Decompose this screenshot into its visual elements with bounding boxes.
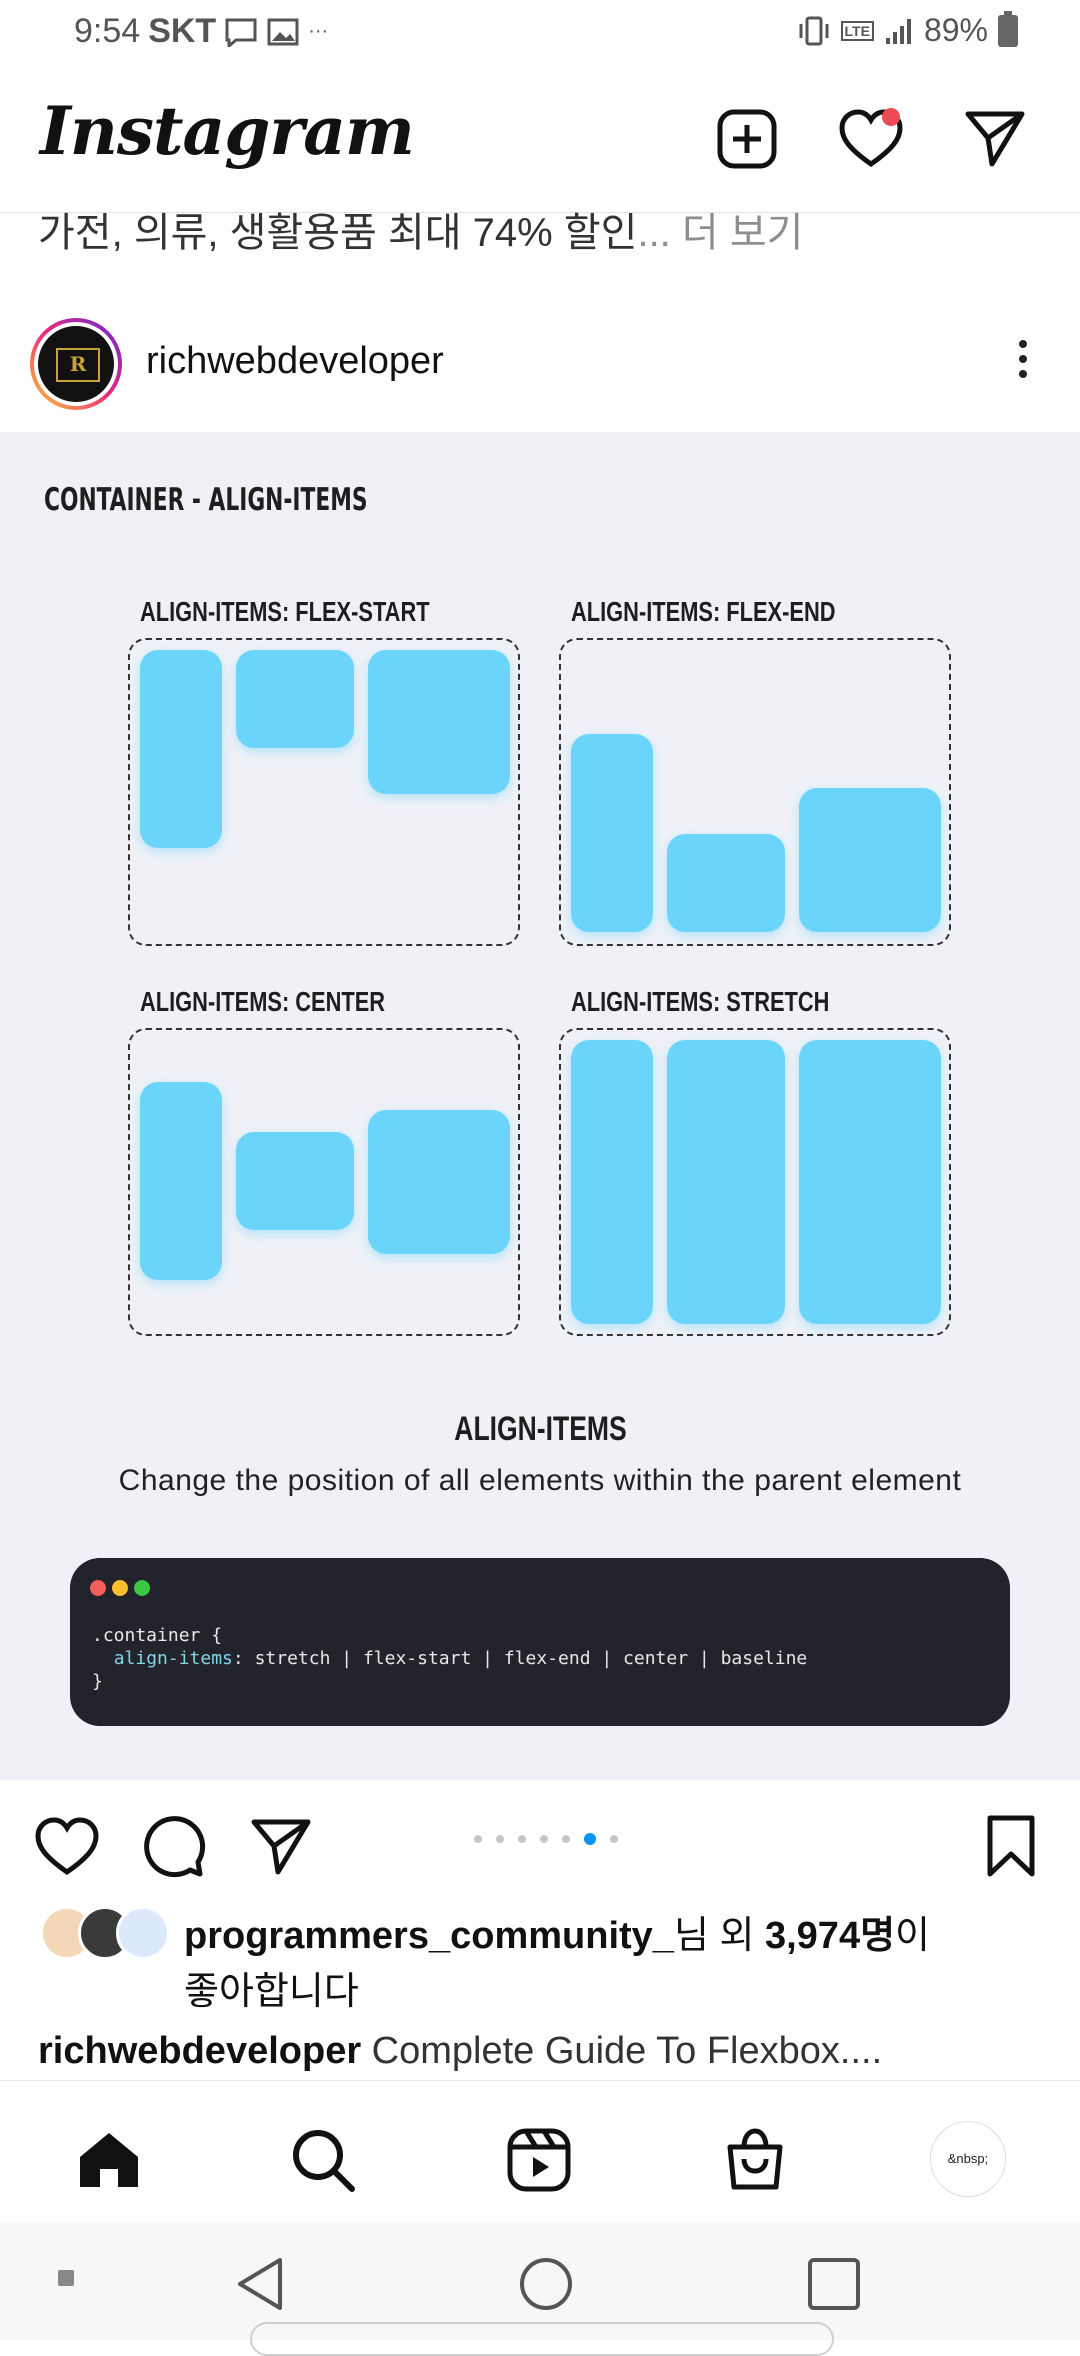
liker-avatars[interactable] <box>40 1906 170 1960</box>
reels-icon[interactable] <box>506 2127 572 2193</box>
flex-item <box>571 734 653 932</box>
panel-label-stretch: ALIGN-ITEMS: STRETCH <box>571 986 830 1017</box>
share-icon[interactable] <box>248 1814 314 1880</box>
flex-item <box>140 650 222 848</box>
flex-item <box>799 788 941 932</box>
panel-label-flex-start: ALIGN-ITEMS: FLEX-START <box>140 596 430 627</box>
post-image[interactable]: CONTAINER - ALIGN-ITEMS ALIGN-ITEMS: FLE… <box>0 432 1080 1780</box>
code-window: .container { align-items: stretch | flex… <box>70 1558 1010 1726</box>
vibrate-icon <box>799 16 829 45</box>
carousel-dot <box>562 1835 570 1843</box>
more-link[interactable]: ... 더 보기 <box>637 211 803 255</box>
more-options-icon[interactable] <box>1016 340 1030 388</box>
bottom-nav: &nbsp; <box>0 2080 1080 2223</box>
assistant-icon[interactable] <box>58 2270 74 2286</box>
close-dot <box>90 1580 106 1596</box>
crest-logo: R <box>56 348 100 382</box>
flex-item <box>236 1132 354 1230</box>
likes-count[interactable]: 3,974명 <box>765 1915 895 1957</box>
comment-icon[interactable] <box>142 1814 208 1880</box>
home-icon[interactable] <box>76 2127 142 2193</box>
liker-avatar <box>116 1906 170 1960</box>
flex-item <box>799 1040 941 1324</box>
app-header: Instagram <box>0 70 1080 213</box>
image-title: CONTAINER - ALIGN-ITEMS <box>44 482 368 518</box>
image-icon <box>267 18 299 45</box>
carousel-dot <box>584 1833 596 1845</box>
home-button-icon[interactable] <box>518 2256 574 2312</box>
send-icon[interactable] <box>962 106 1028 172</box>
carousel-dot <box>496 1835 504 1843</box>
flex-item <box>368 650 510 794</box>
flex-item <box>571 1040 653 1324</box>
save-icon[interactable] <box>978 1814 1044 1880</box>
status-bar: 9:54 SKT ··· LTE 89% <box>0 0 1080 68</box>
more-notifications: ··· <box>308 20 329 42</box>
carrier: SKT <box>148 12 217 50</box>
panel-flex-start <box>128 638 520 946</box>
flex-item <box>368 1110 510 1254</box>
flex-item <box>667 834 785 932</box>
profile-tab[interactable]: &nbsp; <box>930 2121 1006 2197</box>
liker-username[interactable]: programmers_community_ <box>184 1915 674 1957</box>
battery-icon <box>998 10 1018 47</box>
recents-icon[interactable] <box>806 2256 862 2312</box>
panel-label-flex-end: ALIGN-ITEMS: FLEX-END <box>571 596 836 627</box>
instagram-logo[interactable]: Instagram <box>40 92 415 170</box>
likes-text[interactable]: programmers_community_님 외 3,974명이 좋아합니다 <box>184 1908 1024 2020</box>
flex-item <box>236 650 354 748</box>
battery-percent: 89% <box>923 12 988 48</box>
likes-section: programmers_community_님 외 3,974명이 좋아합니다 <box>0 1900 1080 2020</box>
back-icon[interactable] <box>232 2256 288 2312</box>
network-type: LTE <box>840 20 874 41</box>
previous-post-caption: 가전, 의류, 생활용품 최대 74% 할인... 더 보기 <box>38 200 803 258</box>
panel-label-center: ALIGN-ITEMS: CENTER <box>140 986 386 1017</box>
flex-item <box>667 1040 785 1324</box>
caption-username[interactable]: richwebdeveloper <box>38 2030 361 2072</box>
message-icon <box>225 18 257 47</box>
previous-caption-text: 가전, 의류, 생활용품 최대 74% 할인 <box>38 211 638 255</box>
post-username[interactable]: richwebdeveloper <box>146 340 444 383</box>
flex-item <box>140 1082 222 1280</box>
new-post-icon[interactable] <box>714 106 780 172</box>
signal-icon <box>885 18 911 44</box>
panel-flex-end <box>559 638 951 946</box>
search-icon[interactable] <box>290 2127 356 2193</box>
post-header: R richwebdeveloper <box>0 306 1080 430</box>
code-block: .container { align-items: stretch | flex… <box>92 1625 808 1692</box>
clock: 9:54 <box>74 12 141 50</box>
maximize-dot <box>134 1580 150 1596</box>
carousel-dot <box>518 1835 526 1843</box>
like-icon[interactable] <box>34 1814 100 1880</box>
carousel-indicator <box>474 1833 618 1845</box>
panel-center <box>128 1028 520 1336</box>
panel-stretch <box>559 1028 951 1336</box>
post-caption[interactable]: richwebdeveloper Complete Guide To Flexb… <box>38 2030 882 2073</box>
notification-dot <box>882 108 900 126</box>
avatar[interactable]: R <box>30 318 122 410</box>
section-title: ALIGN-ITEMS <box>453 1410 627 1448</box>
caption-text: Complete Guide To Flexbox.... <box>361 2030 883 2072</box>
minimize-dot <box>112 1580 128 1596</box>
carousel-dot <box>540 1835 548 1843</box>
section-description: Change the position of all elements with… <box>118 1464 962 1497</box>
carousel-dot <box>474 1835 482 1843</box>
gesture-bar[interactable] <box>250 2322 834 2356</box>
shop-icon[interactable] <box>722 2127 788 2193</box>
carousel-dot <box>610 1835 618 1843</box>
